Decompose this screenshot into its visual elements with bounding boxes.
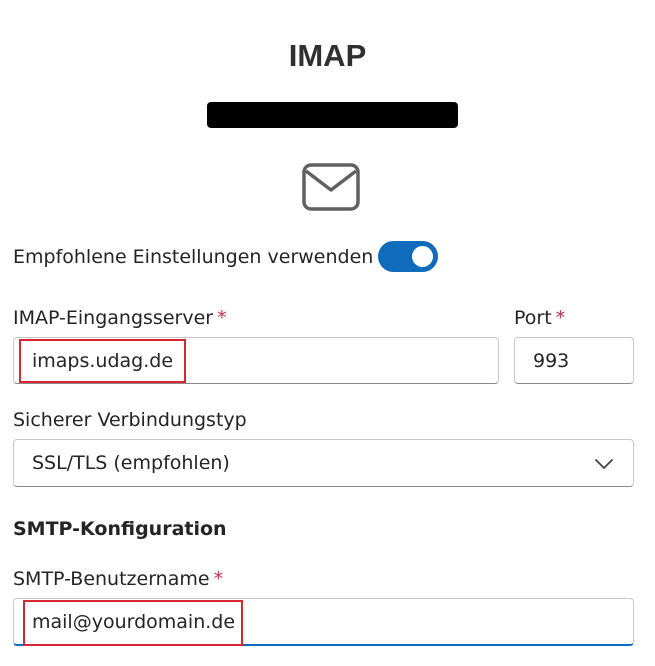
incoming-server-input[interactable]: imaps.udag.de: [13, 337, 499, 384]
smtp-username-label: SMTP-Benutzername *: [13, 568, 223, 590]
toggle-knob: [412, 246, 433, 267]
port-label: Port *: [514, 307, 565, 329]
required-marker: *: [213, 568, 224, 590]
smtp-section-title: SMTP-Konfiguration: [13, 518, 227, 540]
security-type-label: Sicherer Verbindungstyp: [13, 409, 247, 431]
smtp-username-value: mail@yourdomain.de: [32, 610, 236, 633]
chevron-down-icon: [595, 459, 613, 469]
incoming-server-label-text: IMAP-Eingangsserver: [13, 307, 214, 329]
smtp-username-input[interactable]: mail@yourdomain.de: [13, 598, 634, 646]
recommended-settings-toggle[interactable]: [378, 241, 438, 272]
page-title: IMAP: [288, 38, 367, 73]
redacted-account-name: [207, 102, 458, 128]
incoming-server-label: IMAP-Eingangsserver *: [13, 307, 227, 329]
mail-icon: [302, 163, 360, 211]
required-marker: *: [555, 307, 566, 329]
recommended-settings-label: Empfohlene Einstellungen verwenden: [13, 246, 374, 268]
security-type-select[interactable]: SSL/TLS (empfohlen): [13, 439, 634, 487]
required-marker: *: [217, 307, 227, 329]
port-value: 993: [533, 349, 570, 372]
port-input[interactable]: 993: [514, 337, 634, 384]
port-label-text: Port: [514, 307, 552, 329]
smtp-username-label-text: SMTP-Benutzername: [13, 568, 210, 590]
security-type-value: SSL/TLS (empfohlen): [32, 452, 230, 474]
incoming-server-value: imaps.udag.de: [32, 349, 174, 372]
